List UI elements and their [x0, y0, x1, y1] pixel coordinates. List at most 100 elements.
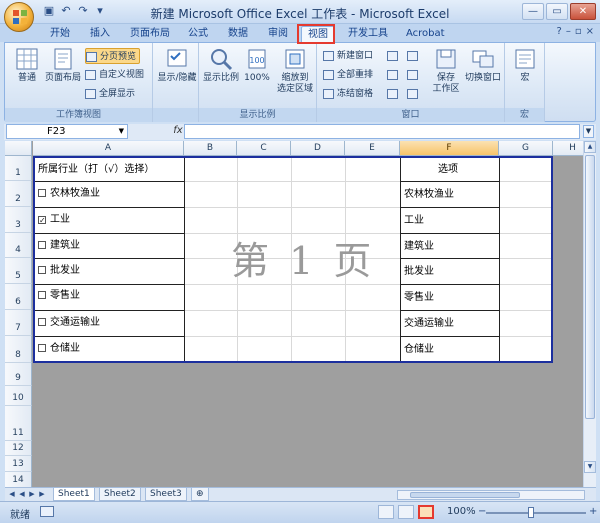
ribbon-close-icon[interactable]: × [586, 26, 594, 37]
tab-developer[interactable]: 开发工具 [342, 26, 394, 42]
tab-data[interactable]: 数据 [222, 26, 254, 42]
option-cell[interactable]: 工业 [404, 214, 424, 228]
row-header[interactable]: 7 [5, 310, 32, 336]
checkbox-item[interactable]: 建筑业 [38, 239, 80, 253]
prev-sheet-icon[interactable]: ◀ [17, 489, 27, 500]
next-sheet-icon[interactable]: ▶ [27, 489, 37, 500]
option-cell[interactable]: 批发业 [404, 265, 434, 279]
checkbox-icon[interactable] [38, 241, 46, 249]
macro-record-icon[interactable] [40, 506, 54, 517]
row-header[interactable]: 4 [5, 233, 32, 258]
switch-windows-button[interactable]: 切换窗口 [463, 47, 503, 99]
column-header-a[interactable]: A [33, 141, 184, 156]
cell-a1[interactable]: 所属行业（打（√）选择） [38, 163, 154, 177]
show-hide-button[interactable]: 显示/隐藏 [157, 47, 197, 99]
checkbox-icon[interactable] [38, 344, 46, 352]
zoom-in-icon[interactable]: + [589, 506, 597, 517]
tab-review[interactable]: 审阅 [262, 26, 294, 42]
minimize-button[interactable]: — [522, 3, 544, 20]
maximize-button[interactable]: ▭ [546, 3, 568, 20]
sheet-tab-sheet3[interactable]: Sheet3 [145, 488, 187, 501]
sheet-tab-sheet2[interactable]: Sheet2 [99, 488, 141, 501]
ribbon-restore-icon[interactable]: ▫ [575, 26, 582, 37]
row-header[interactable]: 9 [5, 363, 32, 386]
row-header[interactable]: 3 [5, 207, 32, 233]
zoom-button[interactable]: 显示比例 [201, 47, 241, 99]
full-screen-button[interactable]: 全屏显示 [85, 86, 135, 102]
column-header-g[interactable]: G [499, 141, 553, 156]
row-header[interactable]: 11 [5, 406, 32, 441]
column-header-b[interactable]: B [184, 141, 237, 156]
freeze-panes-button[interactable]: 冻结窗格 [323, 86, 373, 102]
formula-input[interactable] [184, 124, 580, 139]
expand-formula-bar-icon[interactable]: ▼ [583, 125, 594, 138]
custom-views-button[interactable]: 自定义视图 [85, 67, 144, 83]
row-header[interactable]: 6 [5, 284, 32, 310]
checkbox-item[interactable]: 交通运输业 [38, 316, 100, 330]
zoom-100-button[interactable]: 100 100% [243, 47, 271, 99]
row-header[interactable]: 13 [5, 456, 32, 472]
checkbox-item[interactable]: ✓ 工业 [38, 213, 70, 227]
hide-window-button[interactable] [387, 67, 403, 83]
tab-insert[interactable]: 插入 [84, 26, 116, 42]
cell-f1[interactable]: 选项 [438, 163, 458, 177]
vertical-scroll-thumb[interactable] [585, 155, 595, 419]
option-cell[interactable]: 农林牧渔业 [404, 188, 454, 202]
sheet-tab-sheet1[interactable]: Sheet1 [53, 488, 95, 501]
first-sheet-icon[interactable]: ◀ [7, 489, 17, 500]
close-button[interactable]: ✕ [570, 3, 596, 20]
vertical-scrollbar[interactable]: ▲ ▼ [583, 141, 596, 487]
zoom-level[interactable]: 100% [447, 506, 476, 517]
worksheet-grid[interactable]: A B C D E F G H 1 2 3 4 5 6 7 8 9 10 11 … [5, 141, 583, 487]
scroll-up-icon[interactable]: ▲ [584, 141, 596, 153]
insert-sheet-icon[interactable]: ⊕ [191, 488, 209, 501]
zoom-to-selection-button[interactable]: 缩放到 选定区域 [275, 47, 315, 99]
normal-view-button[interactable]: 普通 [9, 47, 45, 99]
name-box-dropdown-icon[interactable]: ▼ [119, 125, 124, 138]
checkbox-icon[interactable] [38, 189, 46, 197]
unhide-window-button[interactable] [387, 86, 403, 102]
row-header[interactable]: 12 [5, 441, 32, 456]
help-icon[interactable]: ? [557, 26, 562, 37]
column-header-e[interactable]: E [345, 141, 400, 156]
row-header[interactable]: 5 [5, 258, 32, 284]
option-cell[interactable]: 交通运输业 [404, 317, 454, 331]
new-window-button[interactable]: 新建窗口 [323, 48, 373, 64]
save-workspace-button[interactable]: 保存 工作区 [429, 47, 463, 99]
page-break-preview-button[interactable]: 分页预览 [85, 48, 141, 64]
checkbox-item[interactable]: 仓储业 [38, 342, 80, 356]
column-header-c[interactable]: C [237, 141, 291, 156]
checkbox-checked-icon[interactable]: ✓ [38, 216, 46, 225]
last-sheet-icon[interactable]: ▶ [37, 489, 47, 500]
option-cell[interactable]: 仓储业 [404, 343, 434, 357]
reset-position-button[interactable] [407, 86, 423, 102]
row-header[interactable]: 10 [5, 386, 32, 406]
column-header-d[interactable]: D [291, 141, 345, 156]
row-header[interactable]: 8 [5, 336, 32, 363]
option-cell[interactable]: 建筑业 [404, 240, 434, 254]
checkbox-icon[interactable] [38, 318, 46, 326]
tab-page-layout[interactable]: 页面布局 [124, 26, 176, 42]
row-header[interactable]: 2 [5, 181, 32, 207]
normal-view-status-button[interactable] [378, 505, 394, 519]
column-header-h[interactable]: H [553, 141, 583, 156]
zoom-slider-knob[interactable] [528, 507, 534, 518]
macros-button[interactable]: 宏 [507, 47, 543, 99]
scroll-down-icon[interactable]: ▼ [584, 461, 596, 473]
tab-formulas[interactable]: 公式 [182, 26, 214, 42]
row-header[interactable]: 1 [5, 156, 32, 181]
column-header-f[interactable]: F [400, 141, 499, 156]
zoom-slider[interactable] [486, 512, 586, 514]
horizontal-scroll-thumb[interactable] [410, 492, 520, 498]
option-cell[interactable]: 零售业 [404, 291, 434, 305]
page-break-status-button[interactable] [418, 505, 434, 519]
print-page-area[interactable]: 所属行业（打（√）选择） 农林牧渔业 ✓ 工业 建筑业 批发业 零售业 交通运输业… [33, 156, 553, 363]
checkbox-item[interactable]: 零售业 [38, 289, 80, 303]
tab-home[interactable]: 开始 [44, 26, 76, 42]
horizontal-scrollbar[interactable] [397, 490, 585, 500]
checkbox-icon[interactable] [38, 291, 46, 299]
ribbon-minimize-icon[interactable]: – [566, 26, 571, 37]
sync-scroll-button[interactable] [407, 67, 423, 83]
name-box[interactable]: F23 ▼ [6, 124, 128, 139]
select-all-corner[interactable] [5, 141, 32, 156]
